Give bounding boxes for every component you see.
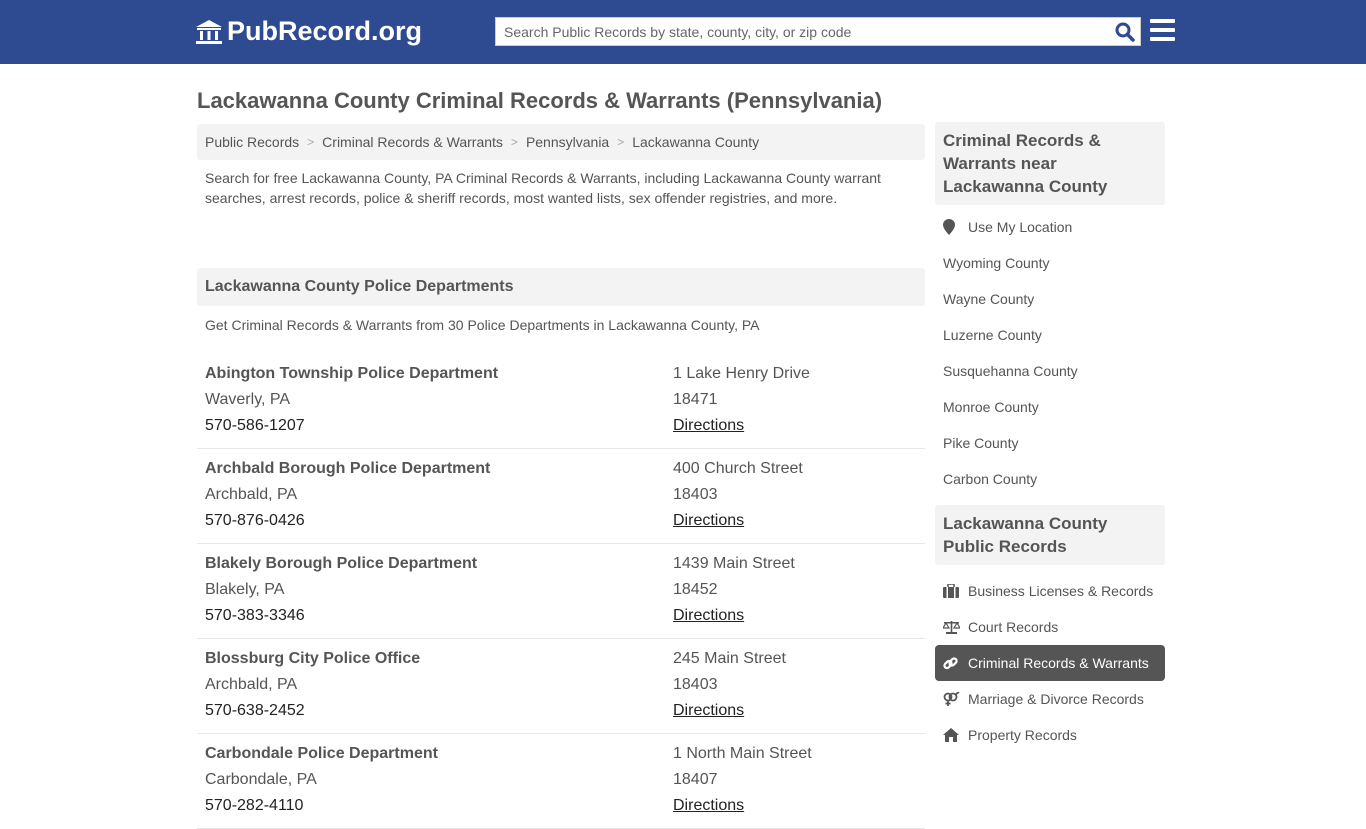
nearby-label: Use My Location bbox=[968, 219, 1073, 235]
department-phone[interactable]: 570-638-2452 bbox=[205, 698, 673, 724]
record-label: Court Records bbox=[968, 619, 1059, 635]
section-heading: Lackawanna County Police Departments bbox=[197, 268, 925, 306]
gender-icon bbox=[943, 691, 968, 707]
department-street: 1 North Main Street bbox=[673, 745, 812, 762]
chevron-right-icon: > bbox=[510, 135, 518, 149]
public-records-heading: Lackawanna County Public Records bbox=[935, 505, 1165, 565]
department-street: 1 Lake Henry Drive bbox=[673, 365, 810, 382]
site-logo[interactable]: PubRecord.org bbox=[195, 16, 422, 47]
department-name[interactable]: Blossburg City Police Office bbox=[205, 646, 673, 672]
record-label: Marriage & Divorce Records bbox=[968, 691, 1144, 707]
chevron-right-icon: > bbox=[617, 135, 625, 149]
department-zip: 18403 bbox=[673, 676, 718, 693]
department-name[interactable]: Archbald Borough Police Department bbox=[205, 456, 673, 482]
section-subtitle: Get Criminal Records & Warrants from 30 … bbox=[205, 317, 760, 333]
search-button[interactable] bbox=[1110, 22, 1140, 42]
directions-link[interactable]: Directions bbox=[673, 702, 744, 719]
nearby-label: Luzerne County bbox=[943, 327, 1042, 343]
breadcrumb-item[interactable]: Criminal Records & Warrants bbox=[322, 134, 503, 150]
directions-link[interactable]: Directions bbox=[673, 607, 744, 624]
public-records-list: Business Licenses & Records Court Records… bbox=[935, 565, 1165, 761]
breadcrumb-item[interactable]: Public Records bbox=[205, 134, 299, 150]
briefcase-icon bbox=[943, 584, 968, 598]
directions-link[interactable]: Directions bbox=[673, 797, 744, 814]
department-name[interactable]: Carbondale Police Department bbox=[205, 741, 673, 767]
nearby-list: Use My Location Wyoming County Wayne Count… bbox=[935, 205, 1165, 505]
record-label: Criminal Records & Warrants bbox=[968, 655, 1149, 671]
department-name[interactable]: Abington Township Police Department bbox=[205, 361, 673, 387]
public-record-link[interactable]: Court Records bbox=[935, 609, 1165, 645]
department-street: 1439 Main Street bbox=[673, 555, 795, 572]
nearby-county-link[interactable]: Wayne County bbox=[935, 281, 1165, 317]
department-row: Blossburg City Police Office Archbald, PA… bbox=[197, 639, 925, 734]
bank-icon bbox=[196, 19, 222, 44]
breadcrumb-item[interactable]: Pennsylvania bbox=[526, 134, 609, 150]
public-record-link[interactable]: Business Licenses & Records bbox=[935, 573, 1165, 609]
department-city: Archbald, PA bbox=[205, 676, 298, 693]
public-record-link[interactable]: Criminal Records & Warrants bbox=[935, 645, 1165, 681]
hamburger-menu-icon[interactable] bbox=[1150, 19, 1175, 41]
nearby-label: Carbon County bbox=[943, 471, 1038, 487]
department-phone[interactable]: 570-876-0426 bbox=[205, 508, 673, 534]
record-label: Business Licenses & Records bbox=[968, 583, 1154, 599]
nearby-heading: Criminal Records & Warrants near Lackawa… bbox=[935, 122, 1165, 205]
department-zip: 18452 bbox=[673, 581, 718, 598]
department-name[interactable]: Blakely Borough Police Department bbox=[205, 551, 673, 577]
search-box bbox=[495, 17, 1141, 46]
department-phone[interactable]: 570-383-3346 bbox=[205, 603, 673, 629]
search-input[interactable] bbox=[496, 18, 1110, 45]
search-icon bbox=[1115, 22, 1135, 42]
department-phone[interactable]: 570-586-1207 bbox=[205, 413, 673, 439]
nearby-label: Pike County bbox=[943, 435, 1019, 451]
breadcrumb-item[interactable]: Lackawanna County bbox=[632, 134, 759, 150]
nearby-label: Wayne County bbox=[943, 291, 1035, 307]
breadcrumb: Public Records > Criminal Records & Warra… bbox=[197, 124, 925, 160]
department-street: 400 Church Street bbox=[673, 460, 803, 477]
department-city: Archbald, PA bbox=[205, 486, 298, 503]
nearby-label: Wyoming County bbox=[943, 255, 1050, 271]
home-icon bbox=[943, 728, 968, 742]
nearby-county-link[interactable]: Susquehanna County bbox=[935, 353, 1165, 389]
nearby-county-link[interactable]: Wyoming County bbox=[935, 245, 1165, 281]
department-city: Carbondale, PA bbox=[205, 771, 317, 788]
public-record-link[interactable]: Property Records bbox=[935, 717, 1165, 753]
department-row: Carbondale Police Department Carbondale, … bbox=[197, 734, 925, 829]
directions-link[interactable]: Directions bbox=[673, 512, 744, 529]
link-icon bbox=[943, 656, 968, 671]
use-my-location-link[interactable]: Use My Location bbox=[935, 209, 1165, 245]
map-marker-icon bbox=[943, 219, 968, 235]
page-title: Lackawanna County Criminal Records & War… bbox=[197, 88, 883, 113]
chevron-right-icon: > bbox=[307, 135, 315, 149]
public-record-link[interactable]: Marriage & Divorce Records bbox=[935, 681, 1165, 717]
nearby-label: Susquehanna County bbox=[943, 363, 1078, 379]
department-row: Blakely Borough Police Department Blakely… bbox=[197, 544, 925, 639]
site-header: PubRecord.org bbox=[0, 0, 1366, 64]
main-content: Public Records > Criminal Records & Warra… bbox=[197, 124, 925, 829]
department-phone[interactable]: 570-282-4110 bbox=[205, 793, 673, 819]
scales-icon bbox=[943, 620, 968, 634]
nearby-county-link[interactable]: Pike County bbox=[935, 425, 1165, 461]
department-row: Abington Township Police Department Waver… bbox=[197, 354, 925, 449]
intro-text: Search for free Lackawanna County, PA Cr… bbox=[205, 170, 881, 206]
department-zip: 18407 bbox=[673, 771, 718, 788]
department-street: 245 Main Street bbox=[673, 650, 786, 667]
nearby-label: Monroe County bbox=[943, 399, 1039, 415]
nearby-county-link[interactable]: Monroe County bbox=[935, 389, 1165, 425]
department-row: Archbald Borough Police Department Archba… bbox=[197, 449, 925, 544]
department-zip: 18471 bbox=[673, 391, 718, 408]
directions-link[interactable]: Directions bbox=[673, 417, 744, 434]
record-label: Property Records bbox=[968, 727, 1077, 743]
sidebar: Criminal Records & Warrants near Lackawa… bbox=[935, 122, 1165, 761]
nearby-county-link[interactable]: Carbon County bbox=[935, 461, 1165, 497]
nearby-county-link[interactable]: Luzerne County bbox=[935, 317, 1165, 353]
logo-text: PubRecord.org bbox=[227, 16, 423, 46]
department-zip: 18403 bbox=[673, 486, 718, 503]
department-city: Blakely, PA bbox=[205, 581, 285, 598]
department-city: Waverly, PA bbox=[205, 391, 291, 408]
